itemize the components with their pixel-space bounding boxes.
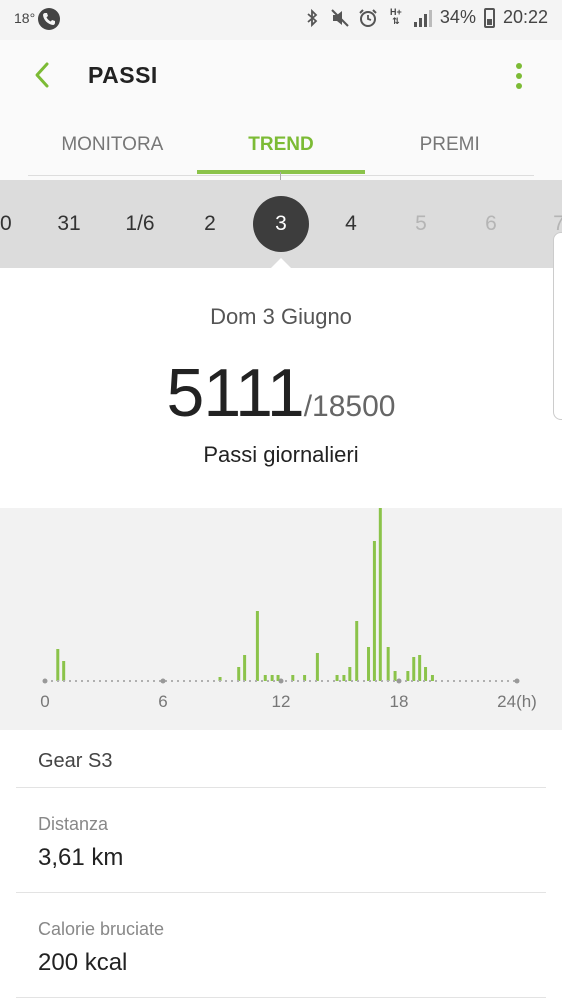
chart-bar — [367, 647, 371, 681]
tab-trend[interactable]: TREND — [196, 112, 366, 178]
daily-summary: Dom 3 Giugno 5111/18500 Passi giornalier… — [0, 268, 562, 508]
tab-premi[interactable]: PREMI — [365, 112, 534, 178]
chart-bar — [255, 611, 259, 681]
step-count-row: 5111/18500 — [0, 354, 562, 432]
day-item-selected[interactable]: 3 — [253, 196, 309, 252]
day-item[interactable]: 4 — [345, 212, 357, 236]
tab-divider — [28, 175, 534, 176]
chevron-left-icon[interactable] — [28, 60, 58, 90]
date-strip[interactable]: 30 31 1/6 2 3 4 5 6 7 — [0, 180, 562, 268]
chart-bar — [263, 675, 267, 681]
chart-bar — [418, 655, 422, 681]
chart-bar — [62, 661, 66, 681]
day-item-future: 5 — [415, 212, 427, 235]
phone-call-icon — [38, 8, 60, 30]
chart-bar — [355, 621, 359, 681]
day-item[interactable]: 2 — [204, 212, 216, 236]
chart-bar — [348, 667, 352, 681]
metric-label-calories: Calorie bruciate — [38, 919, 165, 939]
mute-icon — [330, 8, 350, 28]
chart-bar — [393, 671, 397, 681]
device-name: Gear S3 — [38, 750, 113, 772]
summary-label: Passi giornalieri — [203, 442, 359, 467]
app-header: PASSI — [0, 40, 562, 112]
chart-bar — [342, 675, 346, 681]
status-bar: 18° H+ ⇅ 34% 20:22 — [0, 0, 562, 40]
chart-tick-mark — [42, 678, 48, 684]
chart-bar — [424, 667, 428, 681]
chart-svg: 0 6 12 18 24(h) — [40, 508, 537, 711]
chart-tick-label: 24(h) — [497, 692, 537, 711]
edge-panel-handle[interactable] — [553, 232, 562, 420]
day-item[interactable]: 31 — [57, 212, 80, 236]
chart-bar — [406, 671, 410, 681]
battery-percent: 34% — [439, 7, 476, 27]
chart-tick-label: 18 — [390, 692, 409, 711]
battery-icon — [483, 7, 495, 28]
page-title: PASSI — [88, 62, 158, 88]
chart-tick-mark — [160, 678, 166, 684]
step-count: 5111 — [166, 355, 305, 431]
day-item[interactable]: 30 — [0, 212, 12, 236]
network-type: H+ ⇅ — [390, 6, 402, 26]
tab-monitora[interactable]: MONITORA — [28, 112, 197, 178]
chart-tick-mark — [514, 678, 520, 684]
divider — [16, 787, 546, 788]
summary-date: Dom 3 Giugno — [210, 304, 352, 329]
day-item[interactable]: 1/6 — [125, 212, 154, 236]
bluetooth-icon — [302, 8, 322, 28]
alarm-icon — [358, 8, 378, 28]
chart-bar — [56, 649, 60, 681]
center-marker — [280, 172, 281, 180]
divider — [16, 892, 546, 893]
signal-icon — [413, 9, 432, 27]
status-icons: H+ ⇅ 34% 20:22 — [302, 7, 548, 28]
chart-tick-label: 12 — [272, 692, 291, 711]
clock: 20:22 — [502, 7, 548, 27]
chart-tick-mark — [278, 678, 284, 684]
details-list: Gear S3 Distanza 3,61 km Calorie bruciat… — [0, 730, 562, 999]
chart-tick-mark — [396, 678, 402, 684]
chart-bar — [412, 657, 416, 681]
temperature: 18° — [14, 10, 36, 26]
metric-label-distance: Distanza — [38, 814, 109, 834]
chart-bar — [372, 541, 376, 681]
metric-value-distance: 3,61 km — [38, 844, 124, 871]
chart-bar — [378, 508, 382, 681]
chart-tick-label: 6 — [158, 692, 167, 711]
chart-bar — [386, 647, 390, 681]
divider — [16, 997, 546, 998]
chart-bar — [237, 667, 241, 681]
chart-bar — [430, 675, 434, 681]
more-vert-icon[interactable] — [514, 60, 524, 92]
chart-bar — [315, 653, 319, 681]
chart-bar — [243, 655, 247, 681]
hourly-steps-chart: 0 6 12 18 24(h) — [0, 508, 562, 730]
day-item-future: 6 — [485, 212, 497, 235]
metric-value-calories: 200 kcal — [38, 949, 128, 976]
step-goal: /18500 — [303, 390, 396, 423]
chart-tick-label: 0 — [40, 692, 49, 711]
chart-bar — [335, 675, 339, 681]
tab-bar: MONITORA TREND PREMI — [28, 112, 534, 178]
